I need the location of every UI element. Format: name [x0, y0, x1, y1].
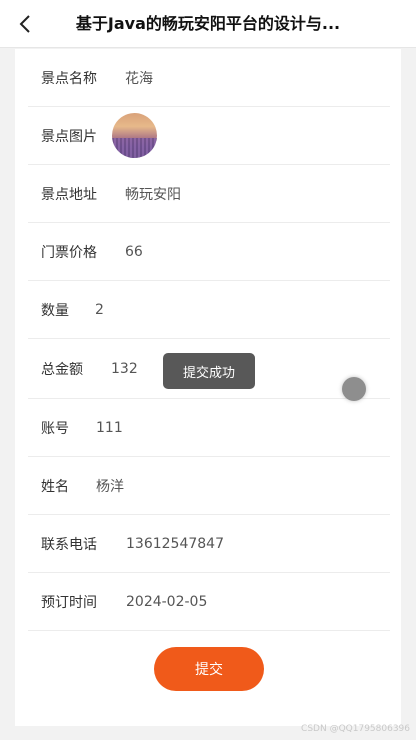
scenic-name-value[interactable]: 花海 [125, 68, 153, 88]
row-scenic-address: 景点地址 畅玩安阳 [28, 165, 390, 223]
account-label: 账号 [41, 420, 69, 437]
scenic-image-thumbnail[interactable] [112, 113, 157, 158]
name-label: 姓名 [41, 478, 69, 495]
row-account: 账号 111 [28, 399, 390, 457]
scenic-image-label: 景点图片 [41, 128, 97, 145]
row-quantity: 数量 2 [28, 281, 390, 339]
row-booking-time: 预订时间 2024-02-05 [28, 573, 390, 631]
ticket-price-value[interactable]: 66 [125, 244, 143, 260]
ticket-price-label: 门票价格 [41, 244, 97, 261]
row-scenic-name: 景点名称 花海 [28, 49, 390, 107]
account-value[interactable]: 111 [96, 420, 123, 436]
quantity-value[interactable]: 2 [95, 302, 104, 318]
submit-button[interactable]: 提交 [154, 647, 264, 691]
row-scenic-image: 景点图片 [28, 107, 390, 165]
quantity-label: 数量 [41, 302, 69, 319]
row-phone: 联系电话 13612547847 [28, 515, 390, 573]
scenic-name-label: 景点名称 [41, 70, 97, 87]
booking-time-label: 预订时间 [41, 594, 97, 611]
page-title: 基于Java的畅玩安阳平台的设计与... [75, 14, 341, 33]
total-amount-value[interactable]: 132 [111, 361, 138, 377]
name-value[interactable]: 杨洋 [96, 476, 124, 496]
floating-assistive-button[interactable] [342, 377, 366, 401]
success-toast: 提交成功 [163, 353, 255, 389]
scenic-address-label: 景点地址 [41, 186, 97, 203]
row-name: 姓名 杨洋 [28, 457, 390, 515]
phone-value[interactable]: 13612547847 [126, 536, 224, 552]
back-button[interactable] [14, 12, 36, 36]
total-amount-label: 总金额 [41, 361, 83, 378]
phone-label: 联系电话 [41, 536, 97, 553]
chevron-left-icon [19, 15, 30, 33]
scenic-address-value[interactable]: 畅玩安阳 [125, 184, 181, 204]
watermark: CSDN @QQ1795806396 [301, 724, 410, 734]
app-header: 基于Java的畅玩安阳平台的设计与... [0, 0, 416, 48]
row-ticket-price: 门票价格 66 [28, 223, 390, 281]
booking-time-value[interactable]: 2024-02-05 [126, 594, 207, 610]
